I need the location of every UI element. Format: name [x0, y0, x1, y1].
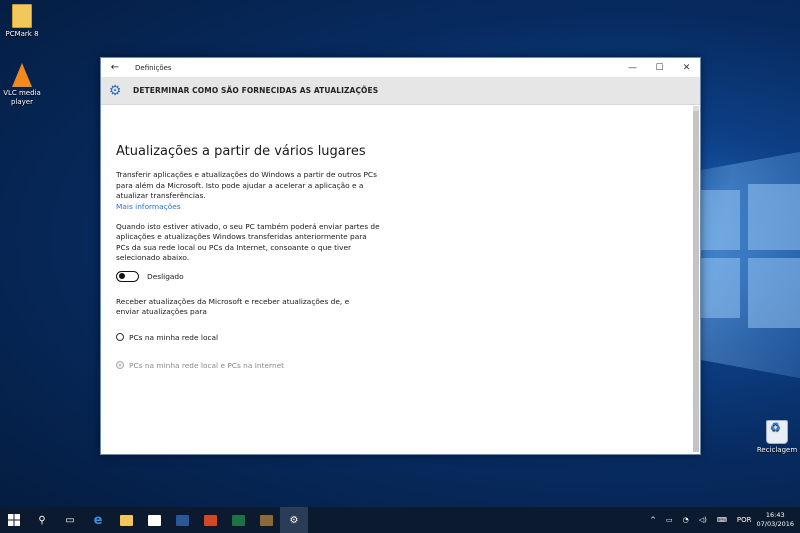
system-tray: ^ ▭ ◔ ◁) ⌨ POR 16:43 07/03/2016: [645, 507, 800, 533]
delivery-toggle-row: Desligado: [116, 270, 692, 282]
desktop-icon-pcmark[interactable]: PCMark 8: [0, 4, 52, 39]
maximize-button[interactable]: ☐: [646, 63, 673, 73]
back-arrow-icon[interactable]: ←: [101, 62, 129, 73]
desktop-icon-label: Reciclagem: [756, 446, 798, 454]
task-view-icon[interactable]: ▭: [56, 507, 84, 533]
radio-label: PCs na minha rede local e PCs na Interne…: [129, 360, 285, 370]
radio-local-network[interactable]: PCs na minha rede local: [116, 333, 692, 342]
radio-button[interactable]: [116, 361, 124, 369]
page-header: ⚙ DETERMINAR COMO SÃO FORNECIDAS AS ATUA…: [101, 77, 700, 105]
desktop-icon-recycle-bin[interactable]: Reciclagem: [747, 420, 800, 455]
window-title: Definições: [135, 63, 172, 72]
game-icon[interactable]: [252, 507, 280, 533]
taskbar: ⚲ ▭ e ⚙ ^ ▭ ◔ ◁) ⌨ POR 16:43 07/03/2016: [0, 507, 800, 533]
file-explorer-icon[interactable]: [112, 507, 140, 533]
store-icon[interactable]: [140, 507, 168, 533]
gear-icon: ⚙: [108, 82, 122, 99]
recycle-bin-icon: [766, 420, 788, 444]
network-icon[interactable]: ◔: [683, 516, 689, 524]
scrollbar-thumb[interactable]: [693, 111, 699, 452]
start-button[interactable]: [0, 507, 28, 533]
battery-icon[interactable]: ▭: [666, 516, 673, 524]
scrollbar[interactable]: [693, 106, 699, 452]
windows-logo-icon: [8, 514, 20, 526]
minimize-button[interactable]: —: [619, 63, 646, 73]
clock-time: 16:43: [765, 511, 785, 519]
radio-button[interactable]: [116, 333, 124, 341]
clock[interactable]: 16:43 07/03/2016: [757, 511, 794, 529]
folder-icon: [12, 4, 32, 28]
settings-taskbar-icon[interactable]: ⚙: [280, 507, 308, 533]
keyboard-icon[interactable]: ⌨: [717, 516, 727, 524]
word-icon[interactable]: [168, 507, 196, 533]
clock-date: 07/03/2016: [756, 520, 794, 528]
vlc-cone-icon: [12, 63, 32, 87]
language-indicator[interactable]: POR: [737, 516, 752, 524]
delivery-optimization-toggle[interactable]: [116, 270, 139, 282]
title-bar: ← Definições — ☐ ✕: [101, 58, 700, 77]
chevron-up-icon[interactable]: ^: [650, 516, 656, 524]
section-title: Atualizações a partir de vários lugares: [116, 144, 366, 159]
desktop-icon-label: VLC media player: [3, 89, 41, 106]
powerpoint-icon[interactable]: [196, 507, 224, 533]
search-icon[interactable]: ⚲: [28, 507, 56, 533]
edge-icon[interactable]: e: [84, 507, 112, 533]
description-paragraph: Transferir aplicações e atualizações do …: [116, 170, 377, 200]
settings-window: ← Definições — ☐ ✕ ⚙ DETERMINAR COMO SÃO…: [100, 57, 701, 455]
sharing-description: Quando isto estiver ativado, o seu PC ta…: [116, 221, 380, 263]
close-button[interactable]: ✕: [673, 63, 700, 73]
excel-icon[interactable]: [224, 507, 252, 533]
radio-local-and-internet[interactable]: PCs na minha rede local e PCs na Interne…: [116, 361, 692, 370]
settings-content: Atualizações a partir de vários lugares …: [101, 105, 692, 454]
desktop-icon-label: PCMark 8: [5, 30, 39, 38]
desktop-icon-vlc[interactable]: VLC media player: [0, 63, 52, 107]
receive-updates-description: Receber atualizações da Microsoft e rece…: [116, 296, 350, 317]
toggle-state-label: Desligado: [147, 271, 184, 281]
page-header-title: DETERMINAR COMO SÃO FORNECIDAS AS ATUALI…: [133, 86, 379, 95]
volume-icon[interactable]: ◁): [699, 516, 707, 524]
radio-label: PCs na minha rede local: [129, 332, 219, 342]
more-info-link[interactable]: Mais informações: [116, 202, 692, 211]
